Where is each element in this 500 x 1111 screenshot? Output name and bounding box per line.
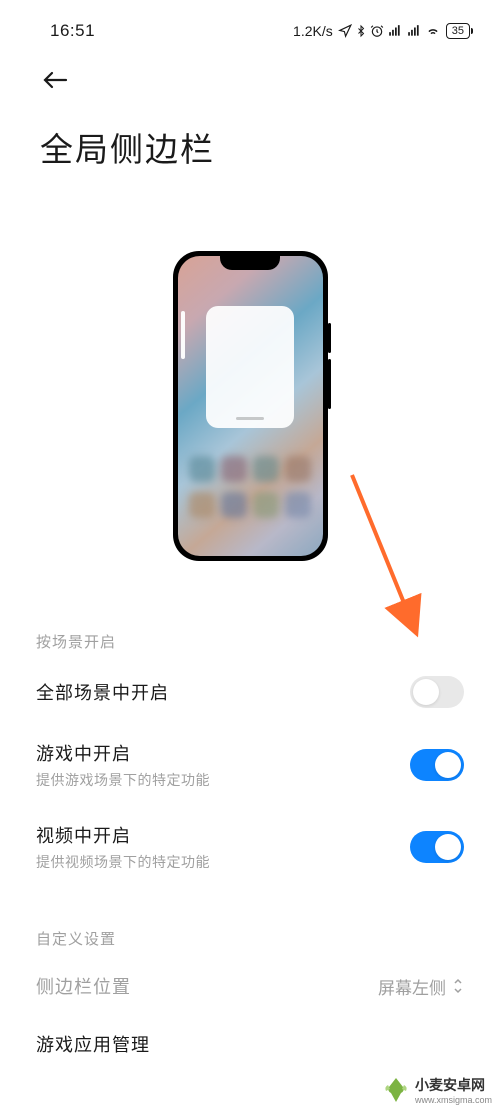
setting-game-app-manage[interactable]: 游戏应用管理 xyxy=(0,1015,500,1057)
setting-title: 侧边栏位置 xyxy=(36,973,378,999)
toggle-all-scenes[interactable] xyxy=(410,676,464,708)
network-speed: 1.2K/s xyxy=(293,23,333,39)
setting-title: 游戏中开启 xyxy=(36,740,410,766)
watermark-url: www.xmsigma.com xyxy=(415,1095,492,1105)
chevron-updown-icon xyxy=(452,977,464,995)
alarm-icon xyxy=(370,24,384,38)
signal-icon-2 xyxy=(406,24,422,38)
signal-icon-1 xyxy=(387,24,403,38)
toggle-video[interactable] xyxy=(410,831,464,863)
section-header-custom: 自定义设置 xyxy=(0,888,500,957)
page-title: 全局侧边栏 xyxy=(0,105,500,191)
battery-icon: 35 xyxy=(446,23,470,39)
setting-video[interactable]: 视频中开启 提供视频场景下的特定功能 xyxy=(0,806,500,888)
setting-subtitle: 提供视频场景下的特定功能 xyxy=(36,852,410,872)
setting-title: 全部场景中开启 xyxy=(36,679,410,705)
setting-sidebar-position[interactable]: 侧边栏位置 屏幕左侧 xyxy=(0,957,500,1015)
setting-subtitle: 提供游戏场景下的特定功能 xyxy=(36,770,410,790)
location-icon xyxy=(338,24,352,38)
wifi-icon xyxy=(425,24,441,38)
section-header-scene: 按场景开启 xyxy=(0,591,500,660)
status-bar: 16:51 1.2K/s 35 xyxy=(0,0,500,50)
back-arrow-icon xyxy=(42,70,68,90)
back-button[interactable] xyxy=(0,50,500,105)
setting-title: 视频中开启 xyxy=(36,822,410,848)
setting-game[interactable]: 游戏中开启 提供游戏场景下的特定功能 xyxy=(0,724,500,806)
status-time: 16:51 xyxy=(50,21,95,41)
bluetooth-icon xyxy=(355,24,367,38)
watermark-title: 小麦安卓网 xyxy=(415,1075,485,1095)
status-icons: 35 xyxy=(338,23,470,39)
preview-container xyxy=(0,191,500,591)
status-right: 1.2K/s 35 xyxy=(293,23,470,39)
watermark: 小麦安卓网 www.xmsigma.com xyxy=(381,1075,492,1105)
setting-title: 游戏应用管理 xyxy=(36,1031,464,1057)
phone-preview xyxy=(173,251,328,561)
watermark-logo-icon xyxy=(381,1075,411,1105)
select-value: 屏幕左侧 xyxy=(378,974,464,999)
setting-all-scenes[interactable]: 全部场景中开启 xyxy=(0,660,500,724)
toggle-game[interactable] xyxy=(410,749,464,781)
